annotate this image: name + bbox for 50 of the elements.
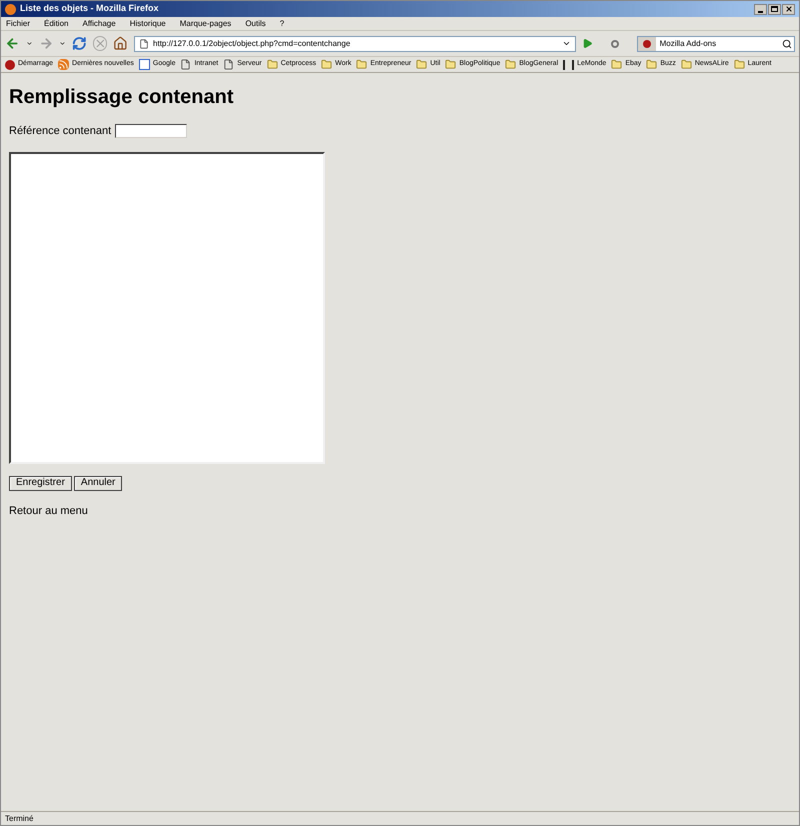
- maximize-icon: [771, 6, 778, 12]
- form-button[interactable]: Annuler: [74, 476, 122, 490]
- address-field[interactable]: http://127.0.0.1/2object/object.php?cmd=contentchange: [134, 36, 576, 52]
- folder-icon: [505, 59, 516, 70]
- menu-link[interactable]: Retour au menu: [9, 502, 88, 519]
- menu-item[interactable]: Outils: [244, 18, 267, 30]
- dropdown-icon[interactable]: [562, 39, 571, 48]
- back-icon[interactable]: [5, 36, 20, 51]
- close-icon: [784, 5, 792, 13]
- search-icon[interactable]: [782, 38, 792, 48]
- folder-icon: [680, 59, 692, 70]
- form-button[interactable]: Enregistrer: [9, 476, 72, 490]
- status-text: Terminé: [5, 812, 34, 824]
- minimize-button[interactable]: [754, 4, 767, 14]
- folder-icon: [321, 59, 332, 70]
- menu-item[interactable]: Fichier: [5, 18, 32, 30]
- maximize-button[interactable]: [768, 4, 781, 14]
- folder-icon: [266, 59, 278, 70]
- dropdown-icon[interactable]: [26, 40, 32, 47]
- engine-icon[interactable]: [638, 36, 656, 50]
- reference-input[interactable]: [115, 124, 188, 138]
- search-field[interactable]: Mozilla Add-ons: [636, 36, 795, 52]
- folder-icon: [734, 59, 745, 70]
- field-label: Référence contenant: [9, 124, 112, 139]
- google-icon: [138, 59, 150, 70]
- menu-item[interactable]: Historique: [128, 18, 167, 30]
- browser-icon: [5, 4, 16, 14]
- folder-icon: [646, 59, 658, 70]
- folder-icon: [416, 59, 428, 70]
- menu-item[interactable]: Affichage: [81, 18, 117, 30]
- close-button[interactable]: [782, 4, 795, 14]
- page-icon: [180, 59, 192, 70]
- folder-icon: [611, 59, 622, 70]
- menu-item[interactable]: Marque-pages: [178, 18, 232, 30]
- reload-icon[interactable]: [72, 36, 87, 51]
- page-heading: Remplissage contenant: [9, 87, 234, 107]
- address-text: http://127.0.0.1/2object/object.php?cmd=contentchange: [153, 38, 350, 50]
- menu-item[interactable]: Édition: [43, 18, 70, 30]
- folder-icon: [356, 59, 368, 70]
- search-text: Mozilla Add-ons: [660, 38, 716, 50]
- minimize-icon: [758, 10, 763, 12]
- go-icon[interactable]: [582, 38, 593, 49]
- menu-item[interactable]: ?: [278, 18, 286, 30]
- home-icon[interactable]: [113, 36, 128, 51]
- page-icon: [223, 59, 234, 70]
- feed-icon: [58, 59, 70, 70]
- page-icon: [139, 38, 150, 48]
- window-title: Liste des objets - Mozilla Firefox: [20, 2, 159, 16]
- dropdown-icon[interactable]: [59, 40, 66, 47]
- folder-icon: [445, 59, 456, 70]
